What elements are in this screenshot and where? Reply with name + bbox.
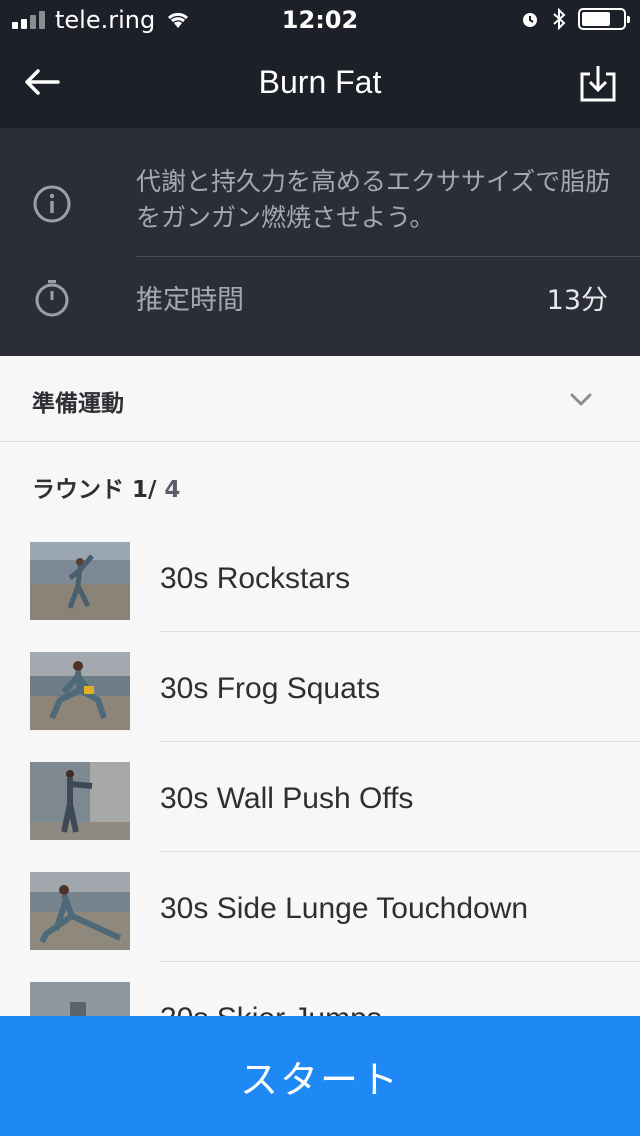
exercise-row[interactable]: 30s Wall Push Offs [0,752,640,862]
exercise-thumbnail [30,542,130,620]
stopwatch-icon [35,280,69,317]
round-label: ラウンド 1/ 4 [32,477,181,503]
exercise-name: 30s Rockstars [160,562,351,595]
chevron-down-icon[interactable] [568,386,594,412]
start-button[interactable]: スタート [0,1016,640,1136]
info-icon [33,185,71,223]
alarm-icon [523,13,537,27]
exercise-thumbnail [30,762,130,840]
exercise-name: 30s Wall Push Offs [160,782,414,815]
warmup-label: 準備運動 [32,391,124,417]
exercise-thumbnail [30,652,130,730]
page-title: Burn Fat [258,64,382,100]
exercise-list: 30s Rockstars 30s Frog Squats 30s Wall P… [0,532,640,1082]
exercise-row[interactable]: 30s Frog Squats [0,642,640,752]
nav-bar: Burn Fat [0,40,640,128]
exercise-row[interactable]: 30s Rockstars [0,532,640,642]
workout-description: 代謝と持久力を高めるエクササイズで脂肪をガンガン燃焼させよう。 [136,167,611,232]
status-bar: tele.ring 12:02 [0,0,640,40]
duration-label: 推定時間 [136,285,244,316]
bluetooth-icon [553,8,566,30]
exercise-name: 30s Frog Squats [160,672,381,705]
exercise-thumbnail [30,872,130,950]
exercise-name: 30s Side Lunge Touchdown [160,892,529,925]
warmup-section[interactable]: 準備運動 [0,356,640,442]
battery-icon [578,8,630,30]
duration-value: 13分 [546,285,608,316]
exercise-row[interactable]: 30s Side Lunge Touchdown [0,862,640,972]
download-button[interactable] [578,64,618,104]
divider [136,256,640,257]
